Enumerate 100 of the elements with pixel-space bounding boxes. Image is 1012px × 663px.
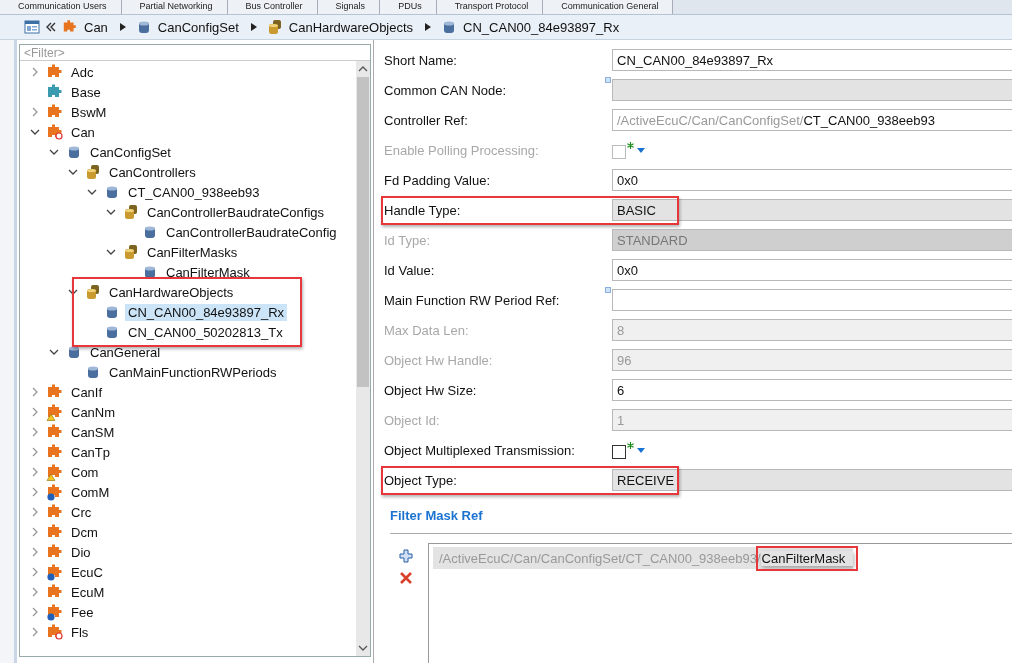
puzzle-error-icon: [46, 623, 64, 641]
tree-item[interactable]: CanFilterMask: [163, 263, 253, 281]
cylinders-icon: [84, 283, 102, 301]
expand-chevron-icon[interactable]: [30, 427, 40, 437]
puzzle-info-icon: [46, 483, 64, 501]
breadcrumb-item[interactable]: Can: [84, 19, 108, 35]
tree-item[interactable]: CN_CAN00_84e93897_Rx: [125, 303, 288, 321]
expand-chevron-icon[interactable]: [30, 447, 40, 457]
reference-field[interactable]: /ActiveEcuC/Can/CanConfigSet/CT_CAN00_938eeb93: [612, 109, 1012, 131]
editor-tab[interactable]: PDUs: [380, 0, 437, 14]
editor-tab[interactable]: Communication Users: [0, 0, 122, 14]
scroll-down-icon[interactable]: [358, 644, 368, 652]
tree-item[interactable]: CanSM: [68, 423, 118, 441]
field-label: Object Multiplexed Transmission:: [384, 442, 576, 458]
text-field[interactable]: CN_CAN00_84e93897_Rx: [612, 49, 1012, 71]
tree-item[interactable]: CanHardwareObjects: [106, 283, 237, 301]
tree-item[interactable]: Fls: [68, 623, 92, 641]
reference-icon[interactable]: [605, 77, 611, 83]
cylinders-icon: [266, 19, 283, 35]
field-label: Enable Polling Processing:: [384, 142, 540, 158]
tree-item[interactable]: CanIf: [68, 383, 106, 401]
editor-tab[interactable]: Communication General: [543, 0, 674, 14]
tree-item[interactable]: CN_CAN00_50202813_Tx: [125, 323, 286, 341]
expand-chevron-icon[interactable]: [30, 387, 40, 397]
tree-item[interactable]: CanControllers: [106, 163, 199, 181]
breadcrumb-item[interactable]: CanHardwareObjects: [288, 19, 414, 35]
editor-tab[interactable]: Bus Controller: [227, 0, 318, 14]
expand-chevron-icon[interactable]: [30, 607, 40, 617]
back-icon[interactable]: [46, 22, 56, 32]
tree-item[interactable]: CanFilterMasks: [144, 243, 241, 261]
collapse-chevron-icon[interactable]: [106, 207, 116, 217]
tree-item[interactable]: Adc: [68, 63, 97, 81]
tree-item[interactable]: CanGeneral: [87, 343, 164, 361]
tree-item[interactable]: Com: [68, 463, 102, 481]
collapse-chevron-icon[interactable]: [49, 147, 59, 157]
expand-chevron-icon[interactable]: [30, 67, 40, 77]
tree-item[interactable]: CanMainFunctionRWPeriods: [106, 363, 280, 381]
tree-item[interactable]: Crc: [68, 503, 95, 521]
scroll-up-icon[interactable]: [358, 65, 368, 73]
readonly-field[interactable]: [612, 79, 1012, 101]
expand-chevron-icon[interactable]: [30, 487, 40, 497]
tree-item[interactable]: CanNm: [68, 403, 119, 421]
expand-chevron-icon[interactable]: [30, 407, 40, 417]
collapse-chevron-icon[interactable]: [87, 187, 97, 197]
text-field[interactable]: 0x0: [612, 169, 1012, 191]
tree-item[interactable]: CanConfigSet: [87, 143, 174, 161]
field-label: Id Value:: [384, 262, 436, 278]
tree-item[interactable]: Can: [68, 123, 98, 141]
field-label: Short Name:: [384, 52, 458, 68]
add-icon[interactable]: [399, 549, 413, 563]
text-field[interactable]: 6: [612, 379, 1012, 401]
editor-tab[interactable]: Transport Protocol: [436, 0, 544, 14]
puzzle-info-icon: [46, 603, 64, 621]
editor-tab[interactable]: Signals: [317, 0, 381, 14]
tree-item[interactable]: Base: [68, 83, 104, 101]
expand-chevron-icon[interactable]: [30, 587, 40, 597]
expand-chevron-icon[interactable]: [30, 627, 40, 637]
tree-item[interactable]: CanTp: [68, 443, 114, 461]
field-label: Handle Type:: [384, 202, 462, 218]
editor-tab[interactable]: Partial Networking: [121, 0, 228, 14]
delete-icon[interactable]: [399, 571, 413, 585]
text-field[interactable]: [612, 289, 1012, 311]
default-value-icon: [627, 141, 634, 149]
breadcrumb-item[interactable]: CN_CAN00_84e93897_Rx: [463, 19, 620, 35]
collapse-chevron-icon[interactable]: [106, 247, 116, 257]
collapse-chevron-icon[interactable]: [30, 127, 40, 137]
expand-chevron-icon[interactable]: [30, 107, 40, 117]
cylinders-icon: [122, 243, 140, 261]
field-label: Object Hw Handle:: [384, 352, 494, 368]
tree-item[interactable]: CanControllerBaudrateConfigs: [144, 203, 328, 221]
collapse-chevron-icon[interactable]: [49, 347, 59, 357]
text-field[interactable]: 0x0: [612, 259, 1012, 281]
scrollbar[interactable]: [356, 61, 370, 656]
field-label: Object Hw Size:: [384, 382, 478, 398]
expand-chevron-icon[interactable]: [30, 527, 40, 537]
form-view-icon[interactable]: [24, 19, 40, 35]
expand-chevron-icon[interactable]: [30, 467, 40, 477]
breadcrumb-item[interactable]: CanConfigSet: [157, 19, 239, 35]
tree-item[interactable]: CT_CAN00_938eeb93: [125, 183, 263, 201]
readonly-field[interactable]: RECEIVE: [612, 469, 1012, 491]
dropdown-caret-icon[interactable]: [637, 447, 645, 453]
collapse-chevron-icon[interactable]: [68, 167, 78, 177]
tree-item[interactable]: Dcm: [68, 523, 101, 541]
reference-icon[interactable]: [605, 287, 611, 293]
checkbox[interactable]: [612, 444, 626, 459]
tree-item[interactable]: EcuC: [68, 563, 106, 581]
expand-chevron-icon[interactable]: [30, 567, 40, 577]
dropdown-caret-icon[interactable]: [637, 147, 645, 153]
tree-item[interactable]: Dio: [68, 543, 94, 561]
tree-item[interactable]: BswM: [68, 103, 110, 121]
filter-field[interactable]: <Filter>: [20, 45, 370, 61]
separator-icon: [119, 23, 126, 31]
expand-chevron-icon[interactable]: [30, 507, 40, 517]
readonly-field[interactable]: BASIC: [612, 199, 1012, 221]
tree-item[interactable]: EcuM: [68, 583, 108, 601]
tree-item[interactable]: ComM: [68, 483, 113, 501]
tree-item[interactable]: Fee: [68, 603, 97, 621]
tree-item[interactable]: CanControllerBaudrateConfig: [163, 223, 340, 241]
expand-chevron-icon[interactable]: [30, 547, 40, 557]
section-title: Filter Mask Ref: [390, 508, 1012, 534]
